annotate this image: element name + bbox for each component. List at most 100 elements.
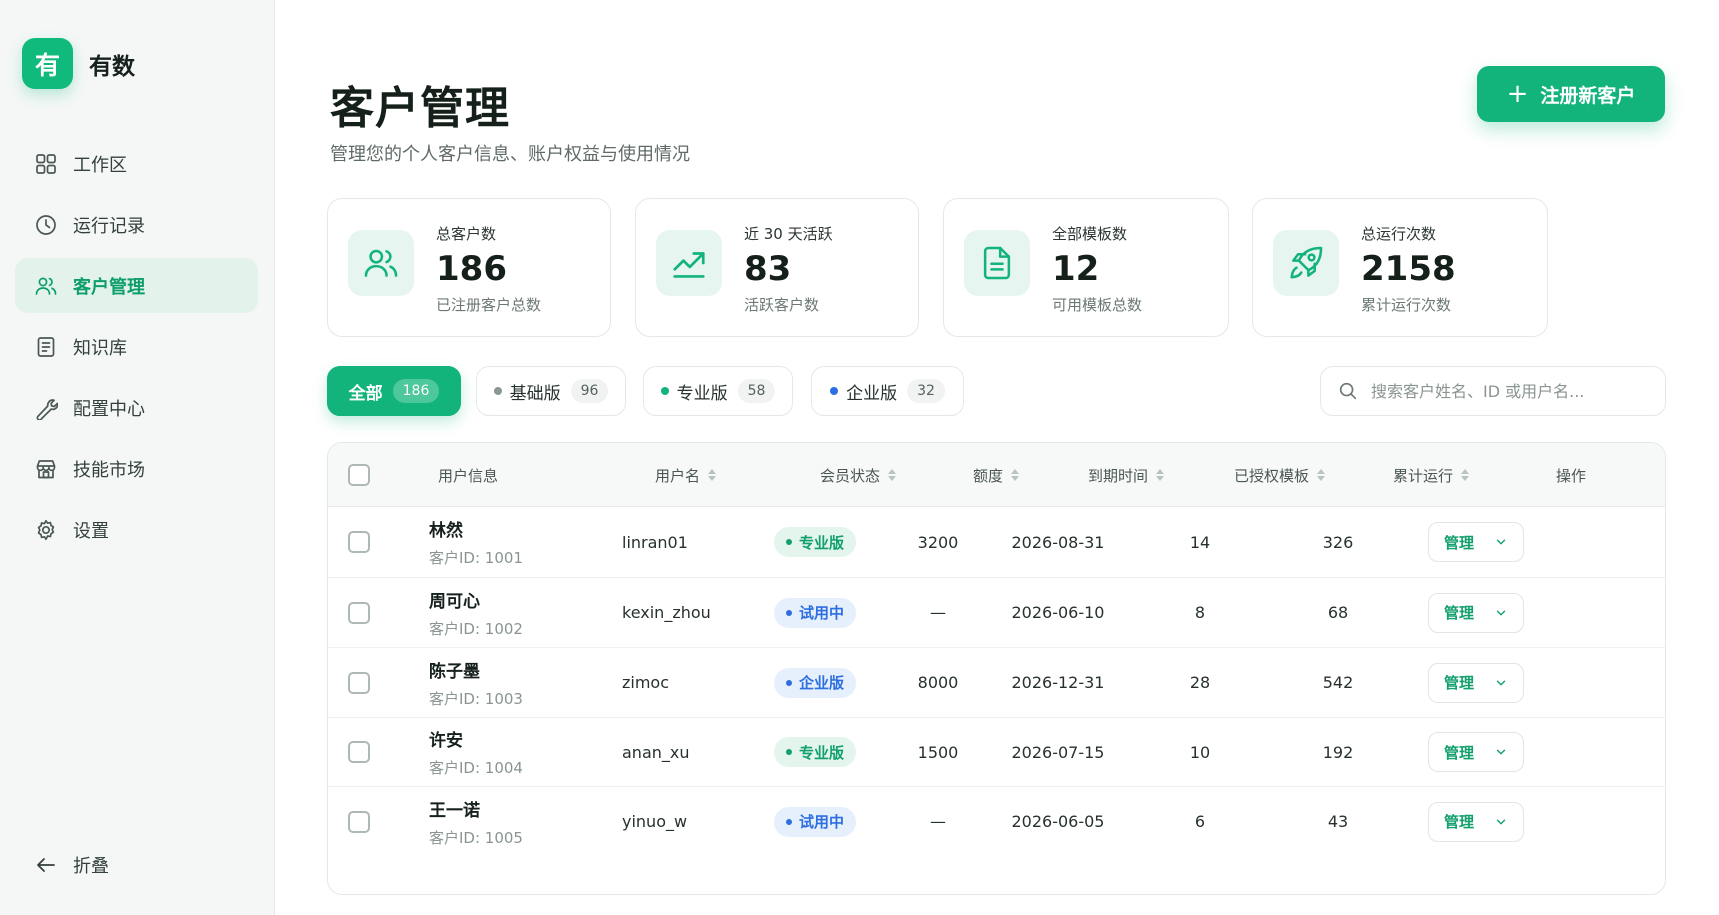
table-row[interactable]: 许安 客户ID: 1004 anan_xu 专业版 1500 2026-07-15 10 19… [328,718,1665,787]
quota-cell: — [930,603,946,622]
manage-button[interactable]: 管理 [1428,801,1524,842]
sidebar-item-workspace[interactable]: 工作区 [15,136,258,191]
customer-table: 用户信息 用户名 会员状态 额度 到期时间 已授权模板 累计运行 操作 林然 客… [327,442,1666,895]
sidebar-item-label: 客户管理 [73,276,145,298]
manage-button[interactable]: 管理 [1428,592,1524,633]
sidebar-item-label: 工作区 [73,154,127,176]
manage-button-label: 管理 [1443,813,1474,831]
column-header-actions: 操作 [1556,443,1586,507]
user-info-cell: 王一诺 客户ID: 1005 [429,787,619,856]
customer-name: 王一诺 [429,800,480,821]
sidebar-nav: 工作区 运行记录 客户管理 知识库 配置中心 技能市场 设置 [15,136,258,563]
users-icon [348,230,414,296]
search-input[interactable] [1371,381,1661,401]
filter-tab-enterprise[interactable]: 企业版 32 [811,366,964,416]
register-customer-button[interactable]: + 注册新客户 [1477,66,1665,122]
wrench-icon [34,396,58,420]
customer-id: 客户ID: 1002 [429,619,523,638]
customer-id: 客户ID: 1001 [429,549,523,567]
sort-icon [1011,469,1020,481]
sidebar-item-label: 配置中心 [73,398,145,420]
stat-label: 全部模板数 [1052,225,1128,243]
table-row[interactable]: 周可心 客户ID: 1002 kexin_zhou 试用中 —2026-06-10 8 68… [328,578,1665,648]
sidebar-item-config-center[interactable]: 配置中心 [15,380,258,435]
row-select-cell [348,648,370,717]
stat-card-total-customers: 总客户数 186 已注册客户总数 [327,198,611,337]
runs-cell: 192 [1322,742,1354,762]
chevron-down-icon [1496,539,1506,545]
row-checkbox[interactable] [348,671,370,694]
column-header-expiry[interactable]: 到期时间 [1088,443,1165,507]
quota-cell: 8000 [917,673,959,692]
column-header-username[interactable]: 用户名 [655,443,717,507]
filter-tab-pro[interactable]: 专业版 58 [643,366,793,416]
status-badge: 企业版 [774,667,857,698]
row-checkbox[interactable] [348,810,370,833]
column-header-quota[interactable]: 额度 [973,443,1020,507]
status-badge: 专业版 [774,737,857,767]
register-button-label: 注册新客户 [1540,84,1636,107]
store-icon [34,457,58,481]
filter-tab-basic[interactable]: 基础版 96 [476,366,626,416]
customer-name: 陈子墨 [429,661,480,682]
stats-row: 总客户数 186 已注册客户总数 近 30 天活跃 83 活跃客户数 全部模板数… [327,198,1667,337]
main-content: 客户管理 管理您的个人客户信息、账户权益与使用情况 + 注册新客户 总客户数 1… [275,0,1719,915]
stat-card-active-30d: 近 30 天活跃 83 活跃客户数 [635,198,919,337]
brand[interactable]: 有 有数 [22,38,135,89]
username-cell: linran01 [622,532,688,552]
sidebar-item-settings[interactable]: 设置 [15,502,258,557]
user-info-cell: 许安 客户ID: 1004 [429,718,619,786]
sidebar-item-skill-market[interactable]: 技能市场 [15,441,258,496]
chevron-down-icon [1496,680,1506,685]
chevron-down-icon [1496,819,1506,824]
quota-cell: 1500 [917,742,959,762]
search-box[interactable] [1320,366,1666,416]
membership-cell: 专业版 [774,507,857,577]
status-label: 试用中 [799,604,845,622]
row-checkbox[interactable] [348,741,370,763]
manage-button[interactable]: 管理 [1428,732,1524,772]
users-icon [34,274,58,298]
row-checkbox[interactable] [348,531,370,553]
table-row[interactable]: 王一诺 客户ID: 1005 yinuo_w 试用中 —2026-06-05 6 43 管理 [328,787,1665,856]
expiry-cell: 2026-07-15 [1011,742,1105,762]
row-select-cell [348,578,370,647]
sidebar-item-label: 知识库 [73,337,127,359]
column-header-membership[interactable]: 会员状态 [820,443,897,507]
sidebar: 有 有数 工作区 运行记录 客户管理 知识库 配置中心 技能市场 设置 折叠 [0,0,275,915]
collapse-button[interactable]: 折叠 [34,852,109,878]
stat-label: 总客户数 [436,225,497,243]
sidebar-item-run-records[interactable]: 运行记录 [15,197,258,252]
sort-icon [888,469,897,481]
row-checkbox[interactable] [348,601,370,624]
page-subtitle: 管理您的个人客户信息、账户权益与使用情况 [330,144,690,165]
table-row[interactable]: 陈子墨 客户ID: 1003 zimoc 企业版 8000 2026-12-31 28 542… [328,648,1665,718]
plus-icon: + [1506,79,1529,109]
column-header-label: 操作 [1556,466,1587,485]
manage-button-label: 管理 [1443,604,1474,622]
manage-button[interactable]: 管理 [1428,522,1524,562]
user-info-cell: 陈子墨 客户ID: 1003 [429,648,619,717]
manage-button[interactable]: 管理 [1428,662,1524,703]
chevron-down-icon [1496,749,1506,755]
table-row[interactable]: 林然 客户ID: 1001 linran01 专业版 3200 2026-08-31 14 3… [328,507,1665,578]
sidebar-item-knowledge-base[interactable]: 知识库 [15,319,258,374]
select-all-checkbox[interactable] [348,464,370,486]
column-header-templates[interactable]: 已授权模板 [1234,443,1326,507]
sidebar-item-customer-management[interactable]: 客户管理 [15,258,258,313]
page-title: 客户管理 [330,83,510,134]
gear-icon [34,518,58,542]
document-icon [964,230,1030,296]
row-select-cell [348,718,370,786]
status-dot [786,749,792,755]
username-cell: anan_xu [622,742,690,762]
customer-name: 周可心 [429,591,480,612]
membership-cell: 专业版 [774,718,857,786]
collapse-label: 折叠 [73,856,109,877]
stat-label: 近 30 天活跃 [744,225,833,243]
filter-tab-all[interactable]: 全部 186 [327,366,461,416]
filter-tab-count: 58 [737,379,776,403]
stat-label: 总运行次数 [1361,225,1437,243]
column-header-runs[interactable]: 累计运行 [1393,443,1470,507]
book-icon [34,335,58,359]
